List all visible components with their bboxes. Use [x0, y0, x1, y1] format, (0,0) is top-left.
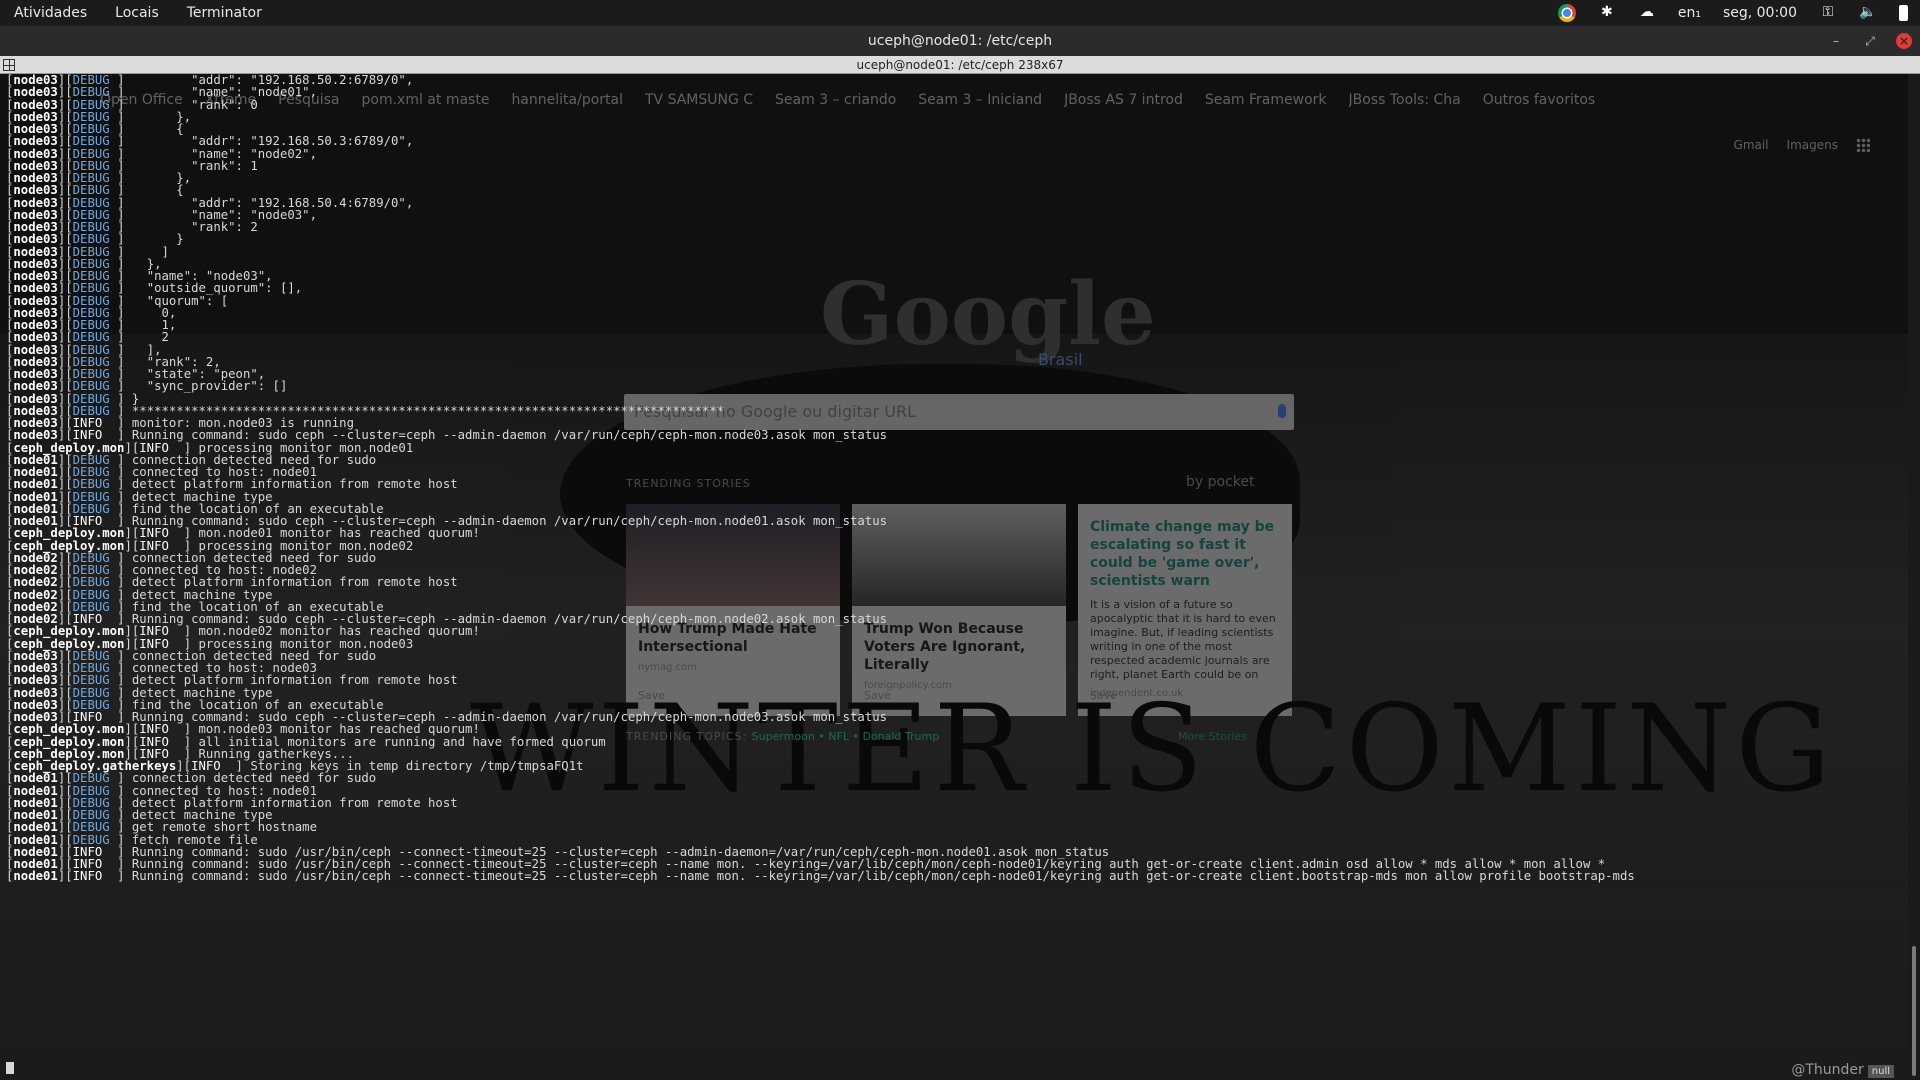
keyboard-layout-indicator[interactable]: en₁: [1678, 5, 1701, 21]
window-title: uceph@node01: /etc/ceph: [867, 33, 1053, 49]
terminal-line: [node03][DEBUG ] },: [6, 171, 192, 185]
log-message: Running command: sudo /usr/bin/ceph --co…: [131, 869, 1635, 884]
terminal-line: [node01][DEBUG ] detect platform informa…: [6, 795, 458, 810]
terminal-line: [node03][DEBUG ] "quorum": [: [6, 293, 229, 308]
clock[interactable]: seg, 00:00: [1723, 5, 1797, 21]
top-bar: Atividades Locais Terminator ✱ ☁ en₁ seg…: [0, 0, 1920, 26]
cloud-icon[interactable]: ☁: [1638, 4, 1656, 22]
terminal-line: [node01][INFO ] Running command: sudo /u…: [6, 869, 1635, 884]
terminal-line: [node03][DEBUG ] 0,: [6, 305, 177, 320]
terminal-line: [node03][DEBUG ] ],: [6, 342, 162, 357]
terminal-line: [node03][DEBUG ] "rank": 2,: [6, 354, 221, 369]
terminal-line: [node03][DEBUG ] "name": "node03",: [6, 207, 317, 222]
scrollbar-thumb[interactable]: [1912, 946, 1916, 1076]
terminal-line: [node02][DEBUG ] detect platform informa…: [6, 575, 458, 590]
watermark: @Thunder null: [1791, 1062, 1894, 1078]
window-titlebar[interactable]: uceph@node01: /etc/ceph – ⤢ ×: [0, 26, 1920, 56]
places-menu[interactable]: Locais: [101, 0, 173, 26]
terminal-line: [node03][DEBUG ] "rank": 0: [6, 97, 258, 112]
close-button[interactable]: ×: [1896, 33, 1912, 49]
terminal-title: uceph@node01: /etc/ceph 238x67: [856, 58, 1064, 72]
terminal-line: [node03][DEBUG ] ]: [6, 244, 169, 259]
terminal-titlebar[interactable]: uceph@node01: /etc/ceph 238x67: [0, 56, 1920, 74]
status-area: ✱ ☁ en₁ seg, 00:00 ⚿ 🔈: [1557, 0, 1908, 26]
chrome-icon[interactable]: [1557, 4, 1576, 22]
terminal-line: [node03][DEBUG ] "state": "peon",: [6, 367, 266, 381]
terminal-line: [node03][DEBUG ] 2: [6, 330, 169, 345]
activities-menu[interactable]: Atividades: [0, 0, 101, 26]
battery-icon[interactable]: [1899, 5, 1908, 21]
log-host: node01: [13, 869, 58, 884]
watermark-name: @Thunder: [1791, 1062, 1864, 1078]
terminal-line: [node03][DEBUG ] "sync_provider": []: [6, 379, 288, 394]
terminal-line: [node03][DEBUG ] },: [6, 109, 192, 124]
terminal-output[interactable]: [node03][DEBUG ] "addr": "192.168.50.2:6…: [6, 74, 1906, 883]
terminal-line: [node03][DEBUG ] detect platform informa…: [6, 673, 458, 688]
grid-icon[interactable]: [3, 59, 15, 71]
terminal-area[interactable]: Open Office Xtreme Pesquisa pom.xml at mast…: [0, 74, 1920, 1080]
terminal-line: [node03][DEBUG ] "rank": 2: [6, 220, 258, 234]
key-icon[interactable]: ⚿: [1819, 4, 1837, 22]
app-menu[interactable]: Terminator: [173, 0, 276, 26]
volume-icon[interactable]: 🔈: [1859, 4, 1877, 22]
terminal-line: [node01][DEBUG ] detect platform informa…: [6, 477, 458, 492]
terminal-line: [node03][DEBUG ] "rank": 1: [6, 158, 258, 173]
terminal-line: [node03][DEBUG ] },: [6, 256, 162, 271]
maximize-button[interactable]: ⤢: [1862, 33, 1878, 49]
terminal-cursor: [6, 1062, 14, 1074]
terminal-line: [node03][DEBUG ] }: [6, 232, 184, 247]
watermark-tag: null: [1867, 1065, 1894, 1078]
terminal-scrollbar[interactable]: [1908, 74, 1920, 1080]
terminal-line: [node01][DEBUG ] get remote short hostna…: [6, 820, 317, 835]
accessibility-icon[interactable]: ✱: [1598, 4, 1616, 22]
log-level: INFO: [72, 869, 103, 884]
terminal-line: [node03][DEBUG ] 1,: [6, 318, 177, 332]
terminal-line: [node03][DEBUG ] "name": "node02",: [6, 146, 317, 161]
terminal-line: [node03][DEBUG ] "outside_quorum": [],: [6, 281, 303, 296]
log-message: "sync_provider": []: [131, 379, 288, 394]
terminal-line: [node03][DEBUG ] "name": "node01",: [6, 85, 317, 100]
minimize-button[interactable]: –: [1828, 33, 1844, 49]
